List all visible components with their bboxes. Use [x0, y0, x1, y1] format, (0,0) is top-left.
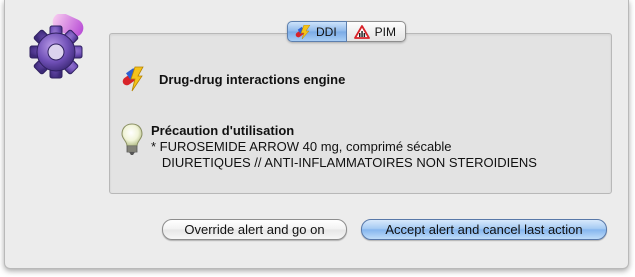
- engine-row: Drug-drug interactions engine: [121, 66, 345, 92]
- tab-pim[interactable]: PIM: [346, 21, 407, 42]
- pim-icon: [353, 24, 370, 39]
- alert-text: Précaution d'utilisation * FUROSEMIDE AR…: [151, 123, 537, 171]
- lightbulb-icon: [121, 123, 143, 155]
- ddi-icon: [295, 24, 311, 39]
- drug-interaction-icon: [122, 66, 144, 92]
- tab-bar: DDI PIM: [287, 21, 407, 42]
- tab-pim-label: PIM: [374, 24, 397, 39]
- alert-title: Précaution d'utilisation: [151, 123, 295, 138]
- tab-ddi-label: DDI: [316, 24, 337, 39]
- tab-ddi[interactable]: DDI: [287, 21, 347, 42]
- alert-line-product: * FUROSEMIDE ARROW 40 mg, comprimé sécab…: [151, 139, 452, 154]
- alert-line-classes: DIURETIQUES // ANTI-INFLAMMATOIRES NON S…: [151, 155, 537, 170]
- engine-title: Drug-drug interactions engine: [159, 71, 346, 87]
- override-alert-button[interactable]: Override alert and go on: [162, 219, 347, 240]
- accept-alert-button[interactable]: Accept alert and cancel last action: [361, 219, 607, 240]
- app-gear-icon: [29, 14, 84, 79]
